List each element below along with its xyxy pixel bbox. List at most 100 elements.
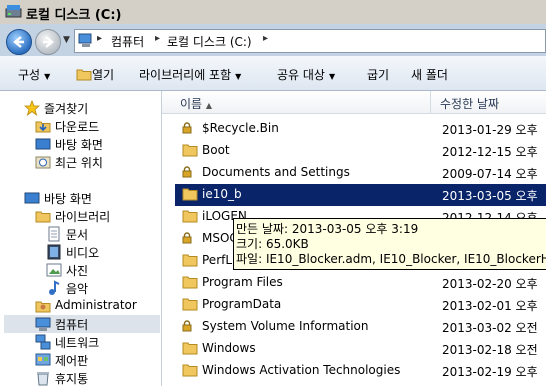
file-name: Windows Activation Technologies	[202, 363, 401, 377]
share-with-button[interactable]: 공유 대상 ▼	[277, 66, 335, 83]
nav-computer-label: 컴퓨터	[55, 318, 89, 332]
recent-places-icon	[35, 156, 51, 169]
nav-desktop-favorite-label: 바탕 화면	[55, 138, 103, 152]
open-label: 열기	[92, 68, 115, 82]
navigation-pane: 즐겨찾기 다운로드 바탕 화면 최근 위치 바탕 화면 라이브러리 문서 비디오…	[0, 91, 162, 386]
breadcrumb-separator-icon[interactable]: ▸	[155, 33, 160, 44]
nav-administrator-label: Administrator	[55, 298, 137, 312]
file-row-windows-activation-technologies[interactable]: Windows Activation Technologies 2013-02-…	[175, 360, 546, 382]
desktop-icon	[24, 192, 40, 204]
sort-ascending-icon: ▲	[205, 101, 213, 110]
file-row-boot[interactable]: Boot 2012-12-15 오후	[175, 140, 546, 162]
nav-recycle-bin-label: 휴지통	[55, 372, 89, 386]
lock-icon	[182, 122, 192, 134]
nav-videos-label: 비디오	[66, 246, 100, 260]
file-tooltip: 만든 날짜: 2013-03-05 오후 3:19 크기: 65.0KB 파일:…	[233, 218, 546, 270]
folder-icon	[76, 69, 92, 81]
star-icon	[24, 100, 40, 116]
back-arrow-icon	[13, 36, 24, 48]
folder-icon	[182, 298, 198, 311]
address-bar[interactable]: ▸ 컴퓨터 ▸ 로컬 디스크 (C:) ▸	[74, 29, 546, 53]
column-name-label: 이름	[180, 97, 203, 111]
user-folder-icon	[35, 301, 51, 313]
file-date: 2013-01-29 오후	[442, 123, 538, 137]
breadcrumb-local-disk[interactable]: 로컬 디스크 (C:)	[167, 33, 252, 50]
open-button[interactable]: 열기	[76, 66, 114, 83]
control-panel-icon	[35, 353, 51, 366]
command-bar: 구성 ▼ 열기 라이브러리에 포함 ▼ 공유 대상 ▼ 굽기 새 폴더	[0, 56, 546, 91]
file-row-windows[interactable]: Windows 2013-02-18 오전	[175, 338, 546, 360]
file-row-documents-and-settings[interactable]: Documents and Settings 2009-07-14 오후	[175, 162, 546, 184]
file-date: 2013-02-01 오후	[442, 299, 538, 313]
nav-downloads-label: 다운로드	[55, 120, 100, 134]
column-header: 이름 ▲ 수정한 날짜	[162, 91, 546, 114]
pictures-icon	[46, 263, 62, 277]
nav-libraries-label: 라이브러리	[55, 210, 111, 224]
tooltip-files: 파일: IE10_Blocker.adm, IE10_Blocker, IE10…	[236, 252, 546, 266]
downloads-folder-icon	[35, 121, 51, 133]
file-date: 2012-12-15 오후	[442, 145, 538, 159]
network-icon	[35, 334, 51, 350]
nav-music-label: 음악	[66, 282, 89, 296]
folder-icon	[182, 210, 198, 223]
file-row-programdata[interactable]: ProgramData 2013-02-01 오후	[175, 294, 546, 316]
burn-button[interactable]: 굽기	[367, 66, 389, 83]
documents-icon	[48, 226, 60, 242]
file-name: System Volume Information	[202, 319, 369, 333]
lock-icon	[182, 166, 192, 178]
lock-icon	[182, 232, 192, 244]
chevron-down-icon: ▼	[235, 72, 242, 81]
recycle-bin-icon	[37, 372, 49, 386]
column-name-header[interactable]: 이름 ▲	[180, 95, 212, 112]
folder-icon	[182, 364, 198, 377]
include-library-button[interactable]: 라이브러리에 포함 ▼	[139, 66, 241, 83]
new-folder-button[interactable]: 새 폴더	[411, 66, 448, 83]
breadcrumb-separator-icon[interactable]: ▸	[263, 33, 268, 44]
include-library-label: 라이브러리에 포함	[139, 68, 232, 82]
nav-recent-places-label: 최근 위치	[55, 156, 103, 170]
column-divider[interactable]	[430, 91, 431, 113]
column-modified-header[interactable]: 수정한 날짜	[440, 95, 499, 112]
nav-desktop-label: 바탕 화면	[44, 192, 92, 206]
computer-icon	[35, 317, 51, 331]
file-date: 2013-02-20 오후	[442, 277, 538, 291]
folder-icon	[182, 254, 198, 267]
video-icon	[47, 244, 61, 260]
address-row: ▼ ▸ 컴퓨터 ▸ 로컬 디스크 (C:) ▸	[0, 24, 546, 56]
lock-icon	[182, 320, 192, 332]
folder-icon	[182, 342, 198, 355]
nav-documents-label: 문서	[66, 228, 89, 242]
file-row-system-volume-information[interactable]: System Volume Information 2013-03-02 오전	[175, 316, 546, 338]
forward-button[interactable]	[35, 29, 61, 55]
file-date: 2013-03-05 오후	[442, 189, 538, 203]
file-name: Windows	[202, 341, 256, 355]
music-icon	[49, 280, 60, 295]
file-name: $Recycle.Bin	[202, 121, 279, 135]
file-name: PerfL	[202, 253, 233, 267]
file-date: 2013-03-02 오전	[442, 321, 538, 335]
chevron-down-icon: ▼	[44, 72, 51, 81]
file-name: ProgramData	[202, 297, 282, 311]
nav-favorites-label: 즐겨찾기	[44, 102, 89, 116]
file-name: ie10_b	[202, 187, 242, 201]
file-row-ie10-b[interactable]: ie10_b 2013-03-05 오후	[175, 184, 546, 206]
file-date: 2013-02-19 오후	[442, 365, 538, 379]
file-row-program-files[interactable]: Program Files 2013-02-20 오후	[175, 272, 546, 294]
folder-icon	[182, 276, 198, 289]
drive-icon	[5, 5, 22, 18]
history-dropdown-icon[interactable]: ▼	[63, 35, 70, 45]
nav-network-label: 네트워크	[55, 336, 100, 350]
breadcrumb-computer[interactable]: 컴퓨터	[111, 33, 144, 50]
organize-button[interactable]: 구성 ▼	[18, 66, 50, 83]
back-button[interactable]	[6, 29, 32, 55]
file-row-recycle-bin[interactable]: $Recycle.Bin 2013-01-29 오후	[175, 118, 546, 140]
window-title: 로컬 디스크 (C:)	[26, 8, 122, 23]
nav-control-panel-label: 제어판	[55, 354, 89, 368]
library-folder-icon	[35, 211, 51, 223]
file-name: Boot	[202, 143, 230, 157]
file-date: 2013-02-18 오전	[442, 343, 538, 357]
forward-arrow-icon	[43, 36, 54, 48]
folder-icon	[182, 144, 198, 157]
computer-icon	[78, 33, 92, 47]
breadcrumb-separator-icon[interactable]: ▸	[97, 33, 102, 44]
